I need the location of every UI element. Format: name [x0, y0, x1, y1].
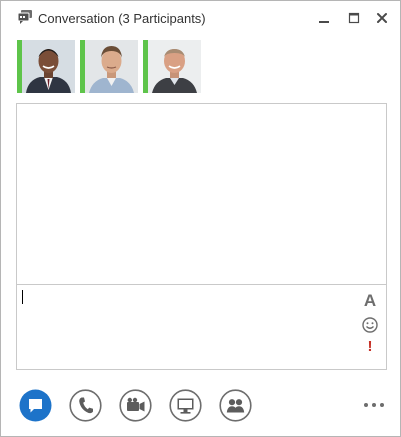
participant-1[interactable]: [17, 40, 75, 93]
conversation-history[interactable]: [16, 103, 387, 285]
close-button[interactable]: [371, 7, 393, 29]
emoticon-icon[interactable]: [361, 316, 379, 334]
monitor-icon: [169, 389, 202, 422]
participant-2-photo: [85, 40, 138, 93]
minimize-button[interactable]: [313, 7, 335, 29]
participant-3-photo: [148, 40, 201, 93]
message-input[interactable]: A !: [16, 284, 387, 370]
present-button[interactable]: [169, 389, 202, 422]
participant-2[interactable]: [80, 40, 138, 93]
maximize-button[interactable]: [343, 7, 365, 29]
conversation-app-icon: [17, 9, 33, 25]
text-cursor: [22, 290, 23, 304]
font-icon[interactable]: A: [361, 292, 379, 310]
more-options-button[interactable]: [361, 397, 387, 413]
phone-icon: [69, 389, 102, 422]
participant-1-photo: [22, 40, 75, 93]
participants-button[interactable]: [219, 389, 252, 422]
im-button[interactable]: [19, 389, 52, 422]
more-options-icon: [364, 403, 384, 407]
call-button[interactable]: [69, 389, 102, 422]
close-icon: [377, 13, 387, 23]
window-title: Conversation (3 Participants): [38, 11, 206, 26]
people-icon: [219, 389, 252, 422]
participant-3[interactable]: [143, 40, 201, 93]
video-button[interactable]: [119, 389, 152, 422]
title-bar[interactable]: Conversation (3 Participants): [1, 1, 400, 35]
priority-icon[interactable]: !: [361, 338, 379, 356]
conversation-window: Conversation (3 Participants) A !: [0, 0, 401, 437]
chat-bubble-icon: [19, 389, 52, 422]
minimize-icon: [319, 21, 329, 23]
maximize-icon: [348, 12, 360, 24]
video-camera-icon: [119, 389, 152, 422]
